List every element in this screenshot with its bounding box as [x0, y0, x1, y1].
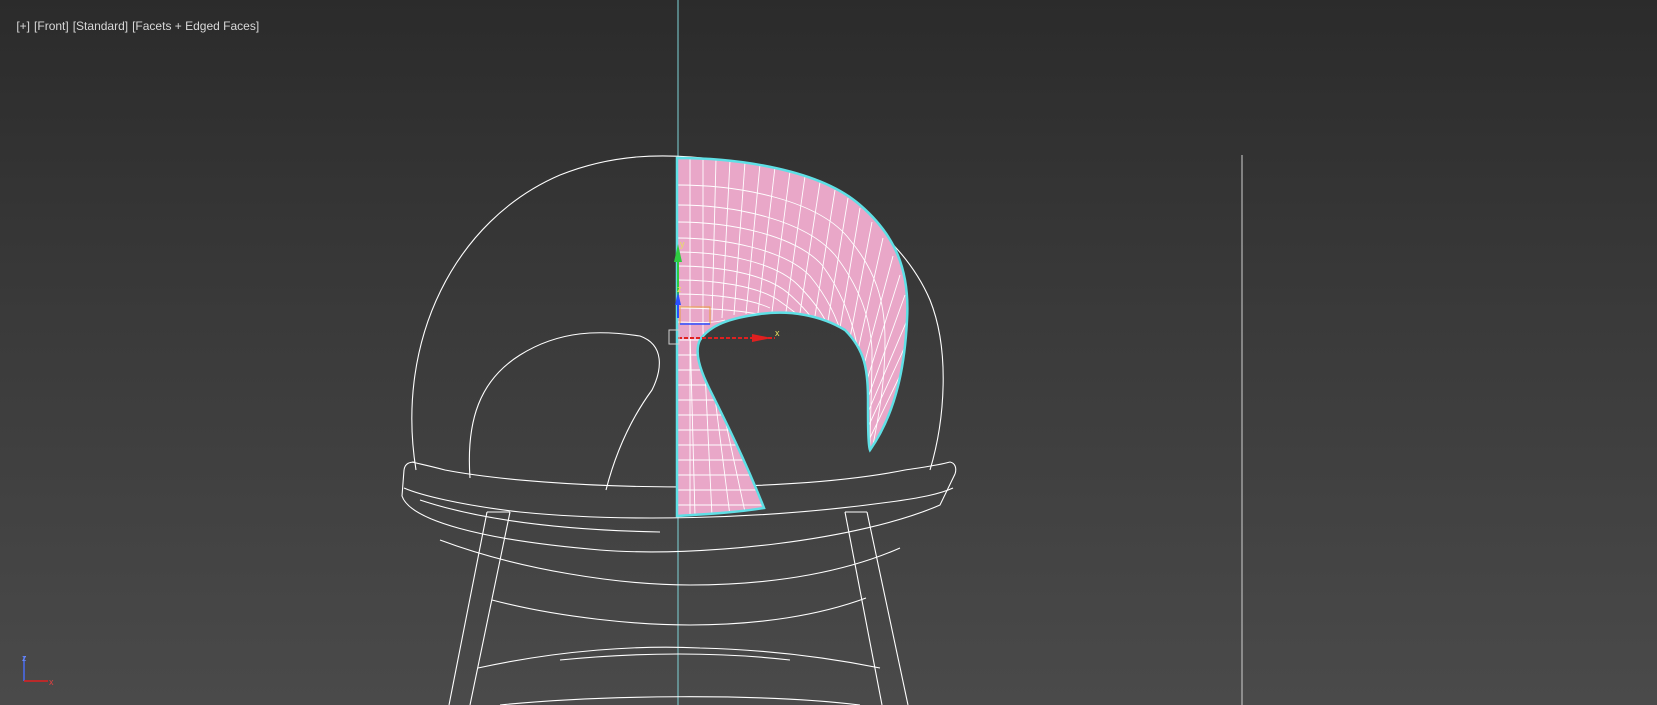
tripod-x-label: x	[49, 677, 54, 687]
front-viewport[interactable]: [+] [Front] [Standard] [Facets + Edged Face…	[0, 0, 1657, 705]
stretcher-3	[499, 696, 861, 705]
gizmo-x-label: x	[775, 328, 780, 338]
leg-front-left	[448, 511, 511, 705]
seat-bottom	[439, 539, 901, 586]
gizmo-z-label: z	[677, 284, 682, 294]
back-opening-left	[468, 332, 660, 491]
scene-canvas[interactable]: y z x z x	[0, 0, 1657, 705]
gizmo-y-label: y	[680, 239, 685, 249]
gizmo-x-arrow-icon[interactable]	[752, 334, 772, 342]
stretcher-1	[491, 597, 867, 626]
leg-front-right	[844, 511, 909, 705]
tripod-z-label: z	[22, 653, 27, 663]
stretcher-2	[477, 646, 881, 669]
axis-tripod: z x	[22, 653, 54, 687]
